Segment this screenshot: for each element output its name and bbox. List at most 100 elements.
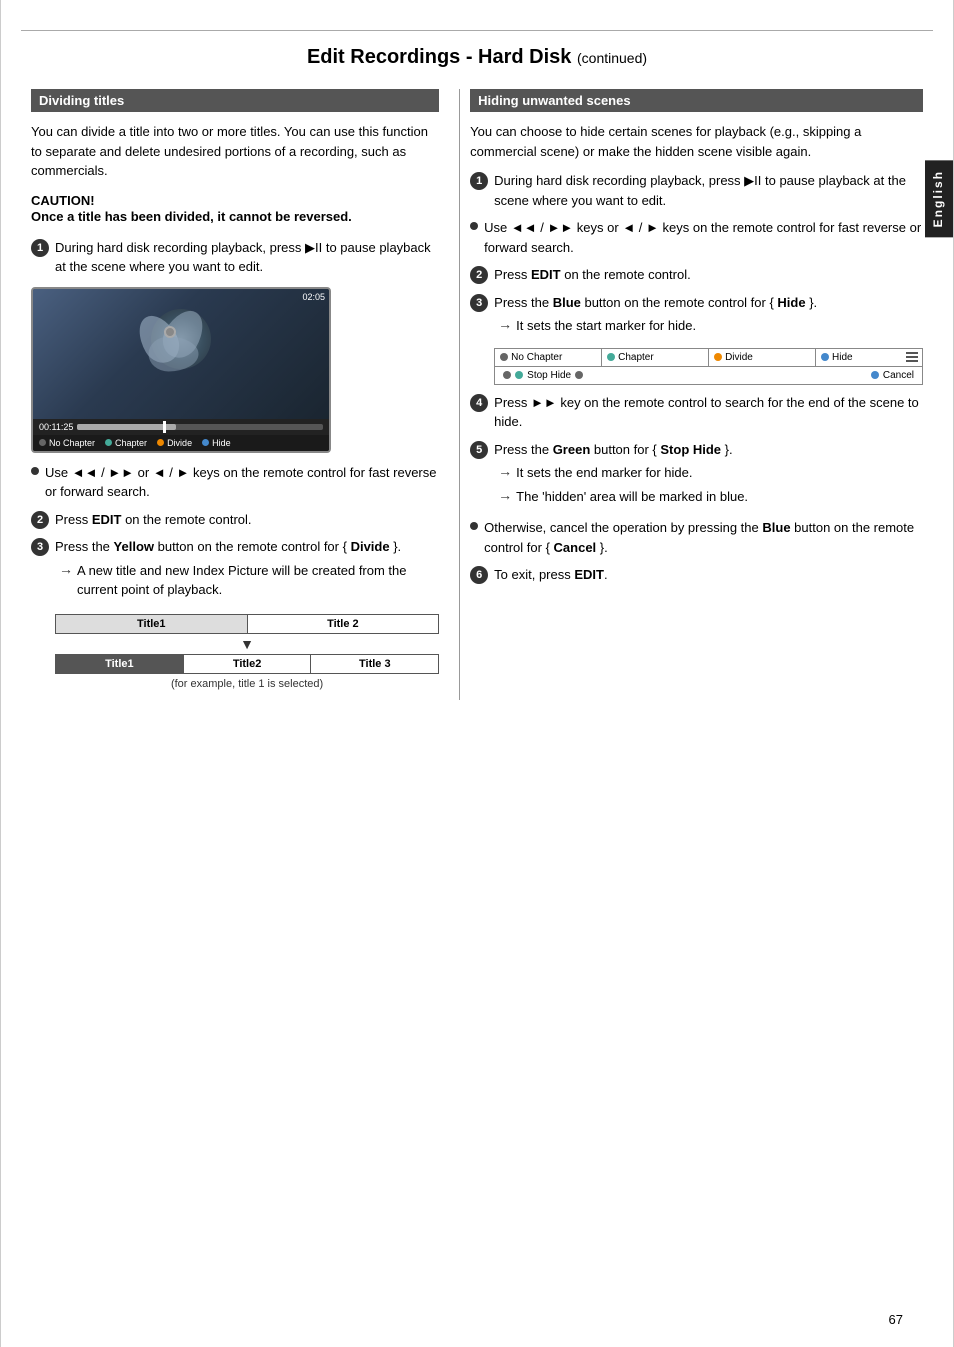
hiding-intro: You can choose to hide certain scenes fo… xyxy=(470,122,923,161)
hiding-scenes-header: Hiding unwanted scenes xyxy=(470,89,923,112)
hide-col-hide: Hide xyxy=(816,349,922,366)
legend-chapter: Chapter xyxy=(105,438,147,448)
dividing-titles-header: Dividing titles xyxy=(31,89,439,112)
page-wrapper: English Edit Recordings - Hard Disk (con… xyxy=(0,0,954,1347)
right-arrow-note-2: It sets the end marker for hide. xyxy=(516,463,692,483)
title-main: Edit Recordings - Hard Disk xyxy=(307,46,572,68)
right-bullet-1: Use ◄◄ / ►► keys or ◄ / ► keys on the re… xyxy=(470,218,923,257)
step-2-text: Press EDIT on the remote control. xyxy=(55,510,252,530)
progress-marker xyxy=(163,421,166,433)
stop-hide-label: Stop Hide xyxy=(527,370,571,381)
left-step-3: 3 Press the Yellow button on the remote … xyxy=(31,537,439,604)
right-step-5-content: Press the Green button for { Stop Hide }… xyxy=(494,440,748,511)
legend-no-chapter: No Chapter xyxy=(39,438,95,448)
dot-chapter xyxy=(105,439,112,446)
left-step-2: 2 Press EDIT on the remote control. xyxy=(31,510,439,530)
right-step-4: 4 Press ►► key on the remote control to … xyxy=(470,393,923,432)
right-bullet-2: Otherwise, cancel the operation by press… xyxy=(470,518,923,557)
right-bullet-2-text: Otherwise, cancel the operation by press… xyxy=(484,518,923,557)
right-bullet-dot-2 xyxy=(470,522,478,530)
green-bold: Green xyxy=(553,442,591,457)
title-cell-bottom-1: Title1 xyxy=(56,655,183,673)
progress-bar xyxy=(77,424,323,430)
step-num-3-right: 3 xyxy=(470,294,488,312)
hide-label-no-chapter: No Chapter xyxy=(511,352,562,363)
edit-bold: EDIT xyxy=(92,512,122,527)
right-step-3-content: Press the Blue button on the remote cont… xyxy=(494,293,817,340)
dot-hide xyxy=(202,439,209,446)
step-num-4-right: 4 xyxy=(470,394,488,412)
page-title: Edit Recordings - Hard Disk (continued) xyxy=(1,46,953,69)
caution-title: CAUTION! xyxy=(31,193,439,208)
left-step-1: 1 During hard disk recording playback, p… xyxy=(31,238,439,277)
hide-dot-hide xyxy=(821,353,829,361)
blue-bold: Blue xyxy=(553,295,581,310)
bottom-dot xyxy=(503,371,511,379)
tv-current-time: 00:11:25 xyxy=(39,422,73,432)
hide-col-divide: Divide xyxy=(709,349,816,366)
title-suffix: (continued) xyxy=(577,50,647,66)
title-row-top: Title1 Title 2 xyxy=(55,614,439,634)
step-num-6-right: 6 xyxy=(470,566,488,584)
tv-image: 02:05 xyxy=(33,289,329,419)
hide-dot-divide xyxy=(714,353,722,361)
legend-label-divide: Divide xyxy=(167,438,192,448)
hide-col-no-chapter: No Chapter xyxy=(495,349,602,366)
right-arrow-3: → The 'hidden' area will be marked in bl… xyxy=(498,487,748,507)
arrow-indicator-left: → A new title and new Index Picture will… xyxy=(59,561,439,600)
blue-bold-2: Blue xyxy=(762,520,790,535)
side-tab: English xyxy=(925,160,953,237)
step-1-text: During hard disk recording playback, pre… xyxy=(55,238,439,277)
hide-diagram-top: No Chapter Chapter Divide Hide xyxy=(495,349,922,367)
hide-bold: Hide xyxy=(777,295,805,310)
left-bullet-1: Use ◄◄ / ►► or ◄ / ► keys on the remote … xyxy=(31,463,439,502)
progress-fill xyxy=(77,424,175,430)
hide-label-chapter: Chapter xyxy=(618,352,654,363)
arrow-right-icon: → xyxy=(59,561,73,577)
arrow-note-text: A new title and new Index Picture will b… xyxy=(77,561,439,600)
title-cell-title1-top: Title1 xyxy=(56,615,248,633)
yellow-bold: Yellow xyxy=(114,539,154,554)
dot-divide xyxy=(157,439,164,446)
right-step-5-text: Press the Green button for { Stop Hide }… xyxy=(494,442,732,457)
right-arrow-icon-1: → xyxy=(498,316,512,332)
cancel-bold: Cancel xyxy=(554,540,597,555)
tv-screen: 02:05 00:11:25 No Chapter xyxy=(31,287,331,453)
hide-label-hide: Hide xyxy=(832,352,853,363)
hide-dot-chapter xyxy=(607,353,615,361)
step-3-text: Press the Yellow button on the remote co… xyxy=(55,539,401,554)
right-step-4-text: Press ►► key on the remote control to se… xyxy=(494,393,923,432)
hide-diagram-bottom: Stop Hide Cancel xyxy=(495,367,922,384)
title-row-bottom: Title1 Title2 Title 3 xyxy=(55,654,439,674)
tv-legend: No Chapter Chapter Divide Hide xyxy=(33,435,329,451)
right-arrow-icon-3: → xyxy=(498,487,512,503)
legend-label-hide: Hide xyxy=(212,438,231,448)
legend-hide: Hide xyxy=(202,438,231,448)
tv-end-time: 02:05 xyxy=(302,292,325,302)
left-bullet-1-text: Use ◄◄ / ►► or ◄ / ► keys on the remote … xyxy=(45,463,439,502)
two-column-layout: Dividing titles You can divide a title i… xyxy=(1,89,953,700)
cancel-section: Cancel xyxy=(871,370,914,381)
right-bullet-dot-1 xyxy=(470,222,478,230)
for-example-text: (for example, title 1 is selected) xyxy=(55,678,439,690)
step-num-2-left: 2 xyxy=(31,511,49,529)
hide-diagram: No Chapter Chapter Divide Hide xyxy=(494,348,923,385)
title-cell-bottom-3: Title 3 xyxy=(310,655,438,673)
hide-col-chapter: Chapter xyxy=(602,349,709,366)
right-column: Hiding unwanted scenes You can choose to… xyxy=(459,89,923,700)
right-step-2: 2 Press EDIT on the remote control. xyxy=(470,265,923,285)
hide-label-divide: Divide xyxy=(725,352,753,363)
top-divider xyxy=(21,30,933,31)
right-step-6-text: To exit, press EDIT. xyxy=(494,565,607,585)
step-num-1-right: 1 xyxy=(470,172,488,190)
divide-bold: Divide xyxy=(351,539,390,554)
right-bullet-1-text: Use ◄◄ / ►► keys or ◄ / ► keys on the re… xyxy=(484,218,923,257)
right-step-3-text: Press the Blue button on the remote cont… xyxy=(494,295,817,310)
caution-body: Once a title has been divided, it cannot… xyxy=(31,208,439,226)
left-column: Dividing titles You can divide a title i… xyxy=(31,89,459,700)
step-num-1: 1 xyxy=(31,239,49,257)
page-number: 67 xyxy=(889,1312,903,1327)
right-arrow-note-3: The 'hidden' area will be marked in blue… xyxy=(516,487,748,507)
right-arrow-1: → It sets the start marker for hide. xyxy=(498,316,817,336)
cancel-label: Cancel xyxy=(883,370,914,381)
